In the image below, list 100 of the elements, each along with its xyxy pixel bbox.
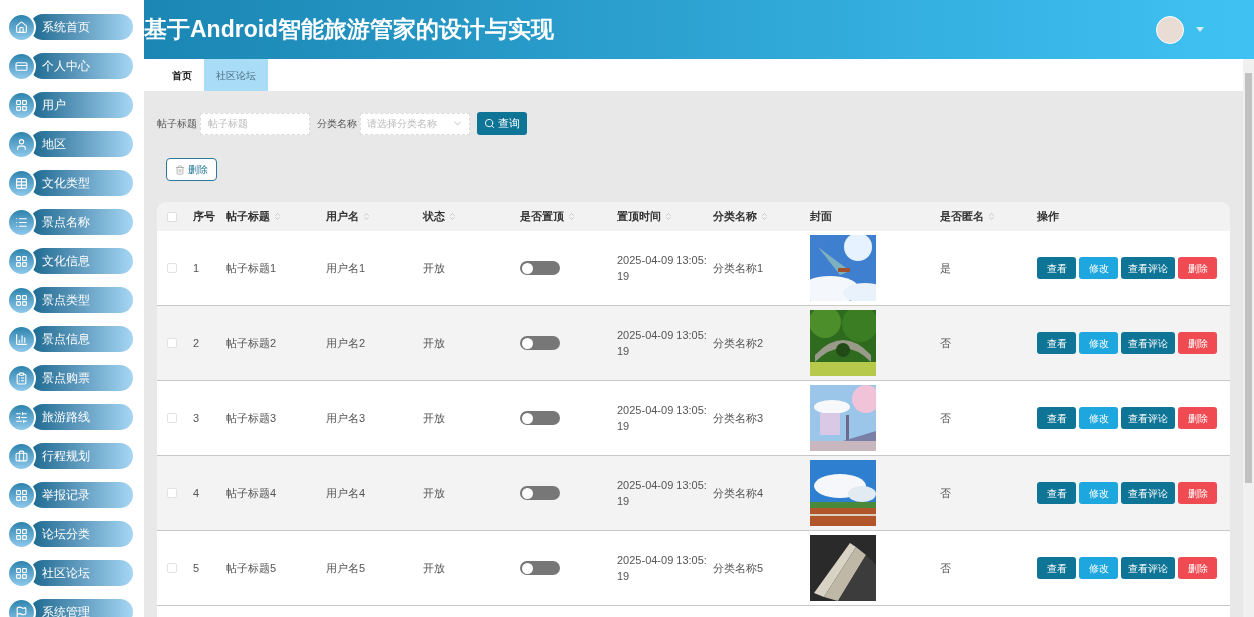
field-label: 帖子标题 (157, 117, 197, 131)
table-cell: 4 (193, 486, 200, 499)
column-header: 用户名 (326, 209, 359, 225)
table-cell: 否 (940, 486, 951, 499)
column-header: 序号 (193, 209, 215, 225)
table-cell: 用户名2 (326, 336, 366, 349)
checkbox[interactable] (167, 263, 177, 273)
table-icon (15, 177, 28, 190)
column-header: 操作 (1037, 209, 1059, 225)
table-cell: 帖子标题5 (226, 561, 277, 574)
action-button[interactable]: 删除 (1178, 407, 1217, 429)
column-header: 帖子标题 (226, 209, 270, 225)
toggle-switch[interactable] (520, 261, 560, 275)
column-header: 是否匿名 (940, 209, 984, 225)
action-button[interactable]: 查看 (1037, 557, 1076, 579)
grid-icon (15, 255, 28, 268)
table-cell: 1 (193, 261, 200, 274)
toggle-switch[interactable] (520, 561, 560, 575)
table-cell: 分类名称4 (713, 486, 764, 499)
sort-icon[interactable] (273, 212, 282, 221)
table-cell: 否 (940, 411, 951, 424)
action-button[interactable]: 修改 (1079, 482, 1118, 504)
checkbox[interactable] (167, 563, 177, 573)
clipboard-icon (15, 372, 28, 385)
column-header: 置顶时间 (617, 209, 661, 225)
table-cell-text: 2025-04-09 13:05:19 (617, 328, 708, 359)
action-button[interactable]: 查看评论 (1121, 332, 1175, 354)
column-header: 是否置顶 (520, 209, 564, 225)
table-cell: 否 (940, 561, 951, 574)
search-icon (484, 118, 495, 129)
app-title: 基于Android智能旅游管家的设计与实现 (144, 15, 555, 45)
table-cell: 开放 (423, 561, 445, 574)
table-cell: 分类名称2 (713, 336, 764, 349)
table-cell: 2 (193, 336, 200, 349)
trash-icon (175, 164, 185, 175)
avatar[interactable] (1156, 15, 1184, 44)
table-cell: 用户名4 (326, 486, 366, 499)
checkbox[interactable] (167, 211, 177, 222)
table-cell: 开放 (423, 261, 445, 274)
sort-icon[interactable] (987, 212, 996, 221)
action-button[interactable]: 查看 (1037, 407, 1076, 429)
sort-icon[interactable] (664, 212, 673, 221)
table-cell: 否 (940, 336, 951, 349)
grid-icon (15, 294, 28, 307)
user-icon (15, 138, 28, 151)
table-cell: 开放 (423, 411, 445, 424)
table-cell: 5 (193, 561, 200, 574)
briefcase-icon (15, 450, 28, 463)
sort-icon[interactable] (362, 212, 371, 221)
action-button[interactable]: 查看评论 (1121, 482, 1175, 504)
table-cell: 分类名称3 (713, 411, 764, 424)
list-icon (15, 216, 28, 229)
action-button[interactable]: 删除 (1178, 332, 1217, 354)
table-cell: 开放 (423, 336, 445, 349)
toggle-switch[interactable] (520, 486, 560, 500)
table-cell-text: 2025-04-09 13:05:19 (617, 553, 708, 584)
action-button[interactable]: 删除 (1178, 482, 1217, 504)
column-header: 分类名称 (713, 209, 757, 225)
table-cell: 是 (940, 261, 951, 274)
tab[interactable]: 社区论坛 (204, 59, 268, 91)
checkbox[interactable] (167, 338, 177, 348)
action-button[interactable]: 删除 (1178, 557, 1217, 579)
table-cell: 分类名称5 (713, 561, 764, 574)
table-cell: 帖子标题4 (226, 486, 277, 499)
checkbox[interactable] (167, 413, 177, 423)
grid-icon (15, 567, 28, 580)
sort-icon[interactable] (567, 212, 576, 221)
action-button[interactable]: 修改 (1079, 407, 1118, 429)
toggle-switch[interactable] (520, 336, 560, 350)
scrollbar[interactable] (1243, 59, 1254, 617)
sort-icon[interactable] (760, 212, 769, 221)
table-cell: 分类名称1 (713, 261, 764, 274)
table-cell: 帖子标题2 (226, 336, 277, 349)
action-button[interactable]: 查看 (1037, 257, 1076, 279)
table-cell: 用户名1 (326, 261, 366, 274)
sliders-icon (15, 411, 28, 424)
action-button[interactable]: 查看 (1037, 332, 1076, 354)
toggle-switch[interactable] (520, 411, 560, 425)
column-header: 封面 (810, 209, 832, 225)
table-cell: 开放 (423, 486, 445, 499)
action-button[interactable]: 修改 (1079, 557, 1118, 579)
table-cell: 3 (193, 411, 200, 424)
action-button[interactable]: 查看评论 (1121, 257, 1175, 279)
sort-icon[interactable] (448, 212, 457, 221)
table-cell: 帖子标题3 (226, 411, 277, 424)
action-button[interactable]: 查看评论 (1121, 407, 1175, 429)
input-field[interactable]: 帖子标题 (200, 112, 310, 135)
checkbox[interactable] (167, 488, 177, 498)
action-button[interactable]: 修改 (1079, 257, 1118, 279)
grid-icon (15, 528, 28, 541)
caret-icon[interactable] (1196, 27, 1204, 32)
action-button[interactable]: 查看 (1037, 482, 1076, 504)
table-cell-text: 2025-04-09 13:05:19 (617, 478, 708, 509)
action-button[interactable]: 删除 (1178, 257, 1217, 279)
action-button[interactable]: 修改 (1079, 332, 1118, 354)
delete-button[interactable]: 删除 (166, 158, 217, 181)
table-cell-text: 2025-04-09 13:05:19 (617, 253, 708, 284)
action-button[interactable]: 查看评论 (1121, 557, 1175, 579)
search-button[interactable]: 查询 (477, 112, 527, 135)
table-cell-text: 2025-04-09 13:05:19 (617, 403, 708, 434)
